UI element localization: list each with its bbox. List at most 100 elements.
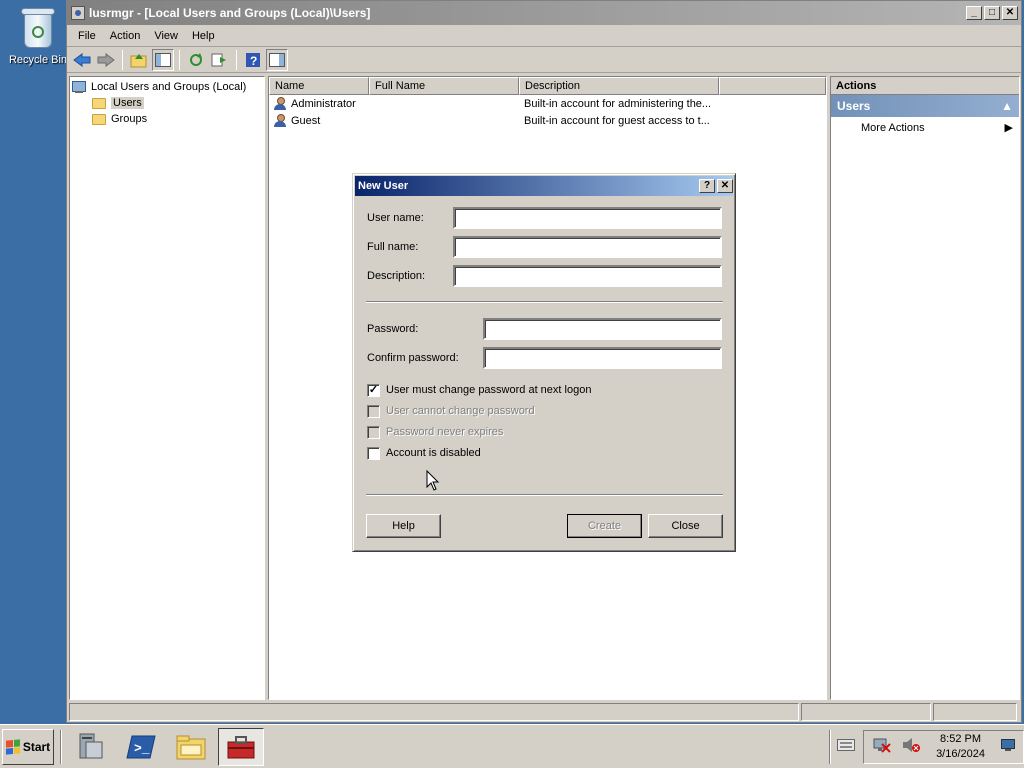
- close-button[interactable]: Close: [648, 514, 723, 538]
- start-label: Start: [22, 739, 51, 754]
- description-label: Description:: [367, 270, 426, 282]
- confirm-password-row: Confirm password:: [367, 347, 459, 369]
- tree-root-label: Local Users and Groups (Local): [91, 81, 247, 93]
- window-titlebar[interactable]: lusrmgr - [Local Users and Groups (Local…: [67, 1, 1021, 25]
- user-disabled-icon: [273, 113, 287, 128]
- full-name-label: Full name:: [367, 241, 419, 253]
- taskbar: Start >_ 8:52 PM 3/16/2024: [0, 724, 1024, 768]
- table-row[interactable]: Guest Built-in account for guest access …: [269, 112, 826, 129]
- actions-header: Actions: [831, 77, 1019, 95]
- network-disconnected-icon[interactable]: [872, 737, 892, 756]
- row-description: Built-in account for guest access to t..…: [524, 114, 710, 127]
- refresh-icon[interactable]: [185, 49, 207, 71]
- cannot-change-password-checkbox: User cannot change password: [367, 403, 535, 419]
- table-row[interactable]: Administrator Built-in account for admin…: [269, 95, 826, 112]
- volume-muted-icon[interactable]: [902, 737, 921, 756]
- keyboard-icon[interactable]: [837, 739, 856, 754]
- tree-item-users[interactable]: Users: [72, 95, 262, 111]
- server-manager-icon[interactable]: [68, 728, 114, 766]
- dialog-help-button[interactable]: ?: [699, 179, 715, 193]
- checkbox-box[interactable]: [367, 446, 380, 460]
- checkbox-box: [367, 425, 380, 439]
- column-full-name[interactable]: Full Name: [369, 77, 519, 95]
- more-actions-label: More Actions: [861, 122, 925, 134]
- password-row: Password:: [367, 318, 418, 340]
- recycle-bin-label: Recycle Bin: [8, 54, 68, 66]
- minimize-button[interactable]: _: [966, 6, 982, 20]
- list-header: Name Full Name Description: [269, 77, 826, 95]
- help-button[interactable]: Help: [366, 514, 441, 538]
- window-title: lusrmgr - [Local Users and Groups (Local…: [89, 6, 371, 20]
- lusrmgr-app-icon: [71, 6, 85, 20]
- account-disabled-checkbox[interactable]: Account is disabled: [367, 445, 481, 461]
- folder-icon: [92, 97, 106, 109]
- column-filler: [719, 77, 826, 95]
- powershell-icon[interactable]: >_: [118, 728, 164, 766]
- menu-file[interactable]: File: [71, 28, 103, 44]
- confirm-password-label: Confirm password:: [367, 352, 459, 364]
- password-never-expires-checkbox: Password never expires: [367, 424, 503, 440]
- user-name-input[interactable]: [453, 207, 722, 229]
- checkmark-icon[interactable]: ✓: [367, 383, 380, 397]
- computer-icon: [72, 80, 86, 94]
- password-input[interactable]: [483, 318, 722, 340]
- cannot-change-password-label: User cannot change password: [386, 405, 535, 417]
- show-hide-action-pane-icon[interactable]: [266, 48, 288, 71]
- forward-arrow-icon[interactable]: [95, 49, 117, 71]
- console-tree: Local Users and Groups (Local) Users Gro…: [69, 76, 265, 700]
- show-hide-console-tree-icon[interactable]: [152, 48, 174, 71]
- full-name-row: Full name:: [367, 236, 418, 258]
- windows-flag-icon: [5, 738, 20, 755]
- show-desktop-icon[interactable]: [1001, 739, 1015, 754]
- menu-bar: File Action View Help: [67, 25, 1021, 47]
- account-disabled-label: Account is disabled: [386, 447, 481, 459]
- export-list-icon[interactable]: [209, 49, 231, 71]
- more-actions-item[interactable]: More Actions ▶: [831, 117, 1019, 139]
- clock[interactable]: 8:52 PM 3/16/2024: [930, 732, 991, 762]
- svg-text:?: ?: [250, 54, 257, 68]
- submenu-arrow-icon: ▶: [1004, 122, 1013, 134]
- column-name[interactable]: Name: [269, 77, 369, 95]
- recycle-bin-icon: [20, 6, 56, 50]
- tree-item-groups[interactable]: Groups: [72, 111, 262, 127]
- create-button: Create: [567, 514, 642, 538]
- file-explorer-icon[interactable]: [168, 728, 214, 766]
- full-name-input[interactable]: [453, 236, 722, 258]
- actions-section-label: Users: [837, 99, 871, 113]
- clock-time: 8:52 PM: [940, 732, 982, 745]
- dialog-titlebar[interactable]: New User ? ✕: [355, 176, 733, 196]
- maximize-button[interactable]: □: [984, 6, 1000, 20]
- description-input[interactable]: [453, 265, 722, 287]
- menu-action[interactable]: Action: [103, 28, 148, 44]
- row-name: Guest: [291, 114, 321, 127]
- actions-pane: Actions Users ▲ More Actions ▶: [830, 76, 1020, 700]
- user-name-label: User name:: [367, 212, 424, 224]
- confirm-password-input[interactable]: [483, 347, 722, 369]
- user-name-row: User name:: [367, 207, 424, 229]
- system-tray: 8:52 PM 3/16/2024: [863, 729, 1024, 764]
- status-bar: [69, 703, 1019, 721]
- up-folder-icon[interactable]: [128, 49, 150, 71]
- start-button[interactable]: Start: [2, 728, 54, 765]
- tree-item-users-label: Users: [111, 97, 144, 109]
- dialog-title: New User: [358, 180, 409, 192]
- dialog-divider: [366, 301, 723, 303]
- toolbar: ?: [67, 47, 1021, 73]
- tree-root[interactable]: Local Users and Groups (Local): [72, 79, 262, 95]
- back-arrow-icon[interactable]: [71, 49, 93, 71]
- menu-help[interactable]: Help: [185, 28, 222, 44]
- checkbox-box: [367, 404, 380, 418]
- collapse-arrow-icon[interactable]: ▲: [1001, 95, 1013, 117]
- lusrmgr-task-icon[interactable]: [218, 727, 264, 766]
- actions-section-users[interactable]: Users ▲: [831, 95, 1019, 117]
- must-change-password-checkbox[interactable]: ✓ User must change password at next logo…: [367, 382, 591, 398]
- svg-text:>_: >_: [134, 741, 150, 756]
- user-icon: [273, 96, 287, 111]
- help-icon[interactable]: ?: [242, 49, 264, 71]
- tree-item-groups-label: Groups: [111, 113, 148, 125]
- recycle-bin-shortcut[interactable]: Recycle Bin: [6, 6, 70, 66]
- column-description[interactable]: Description: [519, 77, 719, 95]
- close-window-button[interactable]: ✕: [1002, 6, 1018, 20]
- menu-view[interactable]: View: [147, 28, 185, 44]
- dialog-close-button[interactable]: ✕: [717, 179, 733, 193]
